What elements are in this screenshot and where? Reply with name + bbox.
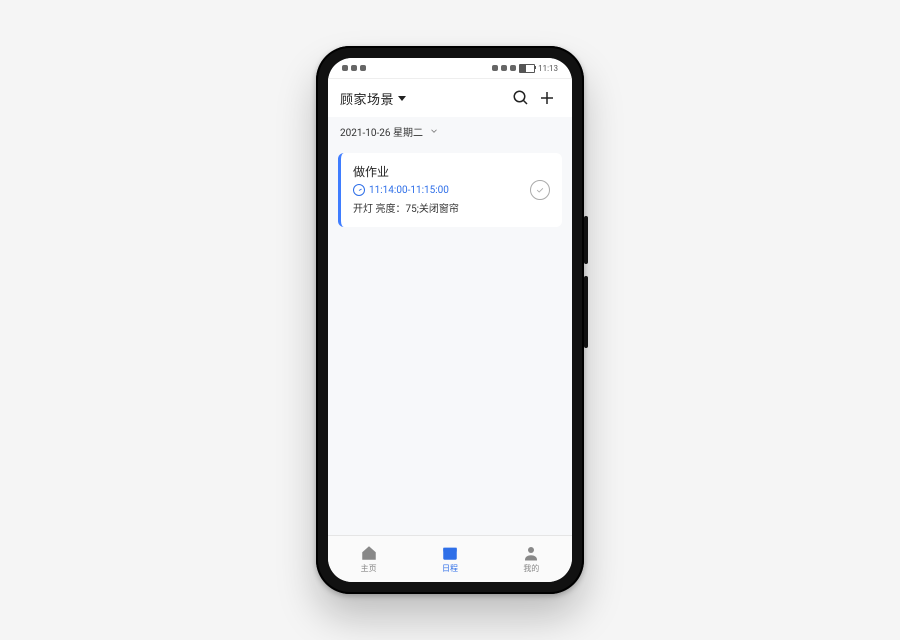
scene-dropdown[interactable]: 顾家场景: [340, 89, 406, 108]
nfc-icon: [492, 65, 498, 71]
date-selector[interactable]: 2021-10-26 星期二: [328, 117, 572, 145]
status-time: 11:13: [538, 64, 558, 73]
battery-icon: [519, 64, 535, 73]
check-icon: [535, 185, 545, 195]
tab-bar: 主页 日程 我的: [328, 535, 572, 582]
task-title: 做作业: [353, 163, 550, 180]
home-icon: [360, 544, 378, 562]
search-icon: [512, 89, 530, 107]
schedule-list[interactable]: 做作业 11:14:00-11:15:00 开灯 亮度：75;关闭窗帘: [328, 145, 572, 535]
task-time-range: 11:14:00-11:15:00: [369, 185, 449, 196]
scene-label: 顾家场景: [340, 89, 394, 108]
tab-mine[interactable]: 我的: [491, 536, 572, 582]
bt-icon: [501, 65, 507, 71]
sim-icon: [342, 65, 348, 71]
side-button: [584, 216, 588, 264]
add-button[interactable]: [534, 85, 560, 111]
phone-frame: 11:13 顾家场景 2021-10-26 星期二: [316, 46, 584, 594]
clock-icon: [353, 184, 365, 196]
dot-icon: [360, 65, 366, 71]
search-button[interactable]: [508, 85, 534, 111]
task-card[interactable]: 做作业 11:14:00-11:15:00 开灯 亮度：75;关闭窗帘: [338, 153, 562, 227]
status-bar: 11:13: [328, 58, 572, 79]
wifi-icon: [351, 65, 357, 71]
tab-home[interactable]: 主页: [328, 536, 409, 582]
chevron-down-icon: [429, 126, 439, 136]
status-right-icons: 11:13: [492, 64, 558, 73]
complete-toggle[interactable]: [530, 180, 550, 200]
tab-label: 主页: [361, 563, 377, 574]
date-label: 2021-10-26 星期二: [340, 124, 423, 139]
chevron-down-icon: [398, 96, 406, 101]
calendar-icon: [441, 544, 459, 562]
app-header: 顾家场景: [328, 79, 572, 117]
tab-label: 日程: [442, 563, 458, 574]
alarm-icon: [510, 65, 516, 71]
task-time-row: 11:14:00-11:15:00: [353, 184, 550, 196]
tab-label: 我的: [523, 563, 539, 574]
side-button: [584, 276, 588, 348]
status-left-icons: [342, 65, 366, 71]
tab-schedule[interactable]: 日程: [409, 536, 490, 582]
screen: 11:13 顾家场景 2021-10-26 星期二: [328, 58, 572, 582]
plus-icon: [538, 89, 556, 107]
user-icon: [522, 544, 540, 562]
task-description: 开灯 亮度：75;关闭窗帘: [353, 200, 550, 215]
